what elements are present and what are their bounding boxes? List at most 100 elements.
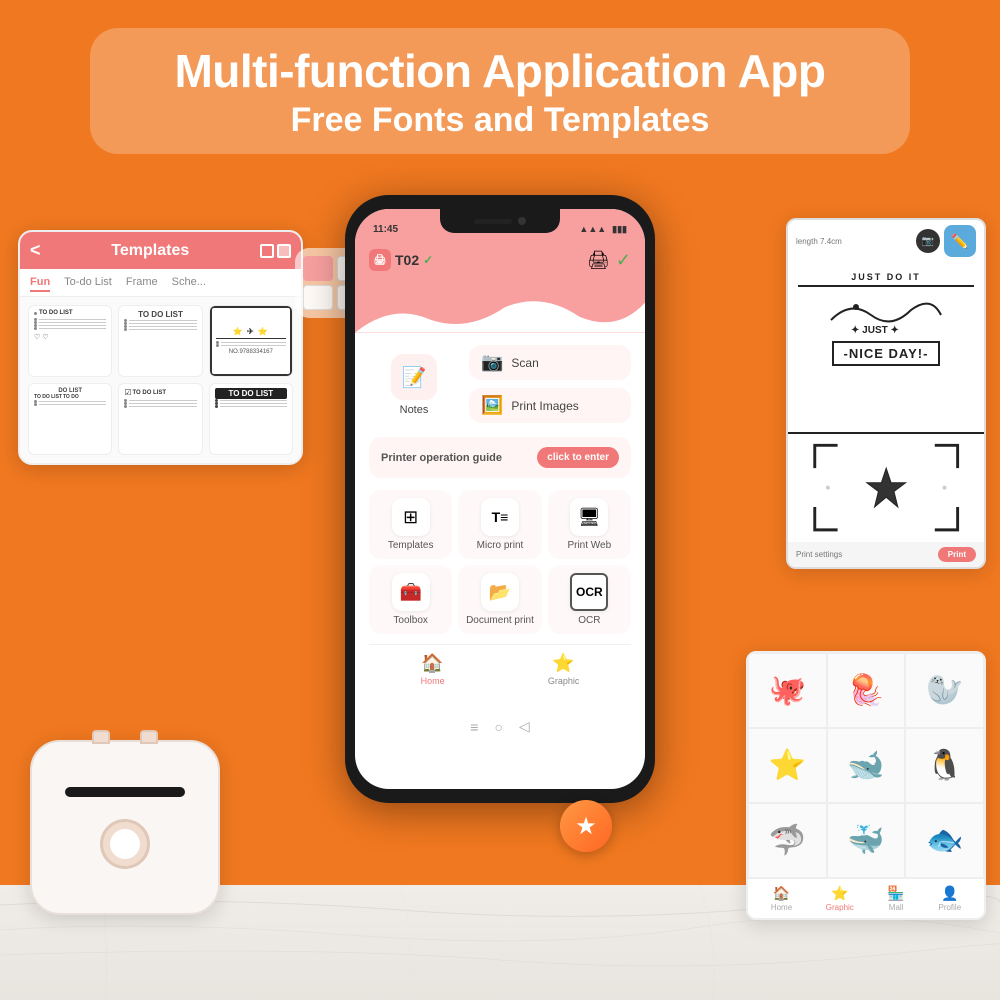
bubble-sq-pink — [303, 256, 333, 281]
notes-action[interactable]: 📝 Notes — [369, 345, 459, 425]
lt-cell-2[interactable]: TO DO LIST — [118, 305, 202, 377]
brt-nav-mall[interactable]: 🏪 Mall — [887, 885, 904, 912]
brt-cell-octopus[interactable]: 🐙 — [748, 653, 827, 728]
lt-cell-1[interactable]: TO DO LIST ♡♡ — [28, 305, 112, 377]
brt-cell-seal1[interactable]: 🦭 — [905, 653, 984, 728]
right-tablet-editor: length 7.4cm 📷 ✏️ JUST DO IT ✦ JUST ✦ -N… — [786, 218, 986, 569]
graphic-label: Graphic — [548, 676, 580, 686]
microprint-label: Micro print — [477, 540, 524, 551]
print-images-action[interactable]: 🖼️ Print Images — [469, 388, 631, 423]
print-images-icon: 🖼️ — [481, 395, 503, 416]
templates-icon: ⊞ — [392, 498, 430, 536]
bubble-sq-2 — [303, 285, 333, 310]
app-templates[interactable]: ⊞ Templates — [369, 490, 452, 559]
brt-profile-label: Profile — [938, 903, 961, 912]
app-toolbox[interactable]: 🧰 Toolbox — [369, 565, 452, 634]
phone-app-header: 🖨 T02 ✓ 🖨 ✓ — [355, 245, 645, 281]
brt-cell-penguin[interactable]: 🐧 — [905, 728, 984, 803]
graphic-icon: ⭐ — [552, 653, 574, 674]
app-docprint[interactable]: 📂 Document print — [458, 565, 541, 634]
notes-icon: 📝 — [402, 365, 427, 390]
app-logo: 🖨 — [369, 249, 391, 271]
lt-cell-6[interactable]: TO DO LIST — [209, 383, 293, 455]
scan-label: Scan — [511, 356, 538, 370]
check-icon[interactable]: ✓ — [616, 250, 631, 271]
nav-graphic[interactable]: ⭐ Graphic — [548, 653, 580, 686]
brt-cell-seal2[interactable]: 🐋 — [827, 728, 906, 803]
printer-guide-banner: Printer operation guide click to enter — [369, 437, 631, 478]
scan-icon: 📷 — [481, 352, 503, 373]
rt-print-button[interactable]: Print — [938, 547, 976, 562]
lt-cell-3[interactable]: ⭐ ✈ ⭐ NO.9788334167 — [209, 305, 293, 377]
status-time: 11:45 — [373, 224, 398, 235]
app-microprint[interactable]: T≡ Micro print — [458, 490, 541, 559]
rt-edit-button[interactable]: ✏️ — [944, 225, 976, 257]
rt-just-do-text: JUST DO IT — [798, 272, 974, 287]
svg-text:✦ JUST ✦: ✦ JUST ✦ — [851, 325, 899, 335]
brt-nav-home[interactable]: 🏠 Home — [771, 885, 792, 912]
printer-body — [30, 740, 220, 915]
lt-tab-frame[interactable]: Frame — [126, 276, 158, 292]
rt-top-bar: length 7.4cm 📷 ✏️ — [788, 220, 984, 262]
brt-cell-jellyfish[interactable]: 🪼 — [827, 653, 906, 728]
brt-cell-seal3[interactable]: 🐟 — [905, 803, 984, 878]
app-header-actions: 🖨 ✓ — [587, 250, 631, 271]
home-label: Home — [421, 676, 445, 686]
printer-tab-right — [140, 730, 158, 744]
lt-tab-todo[interactable]: To-do List — [64, 276, 112, 292]
printer-guide-button[interactable]: click to enter — [537, 447, 619, 468]
brt-mall-label: Mall — [889, 903, 904, 912]
brt-nav-profile[interactable]: 👤 Profile — [938, 885, 961, 912]
battery-icon: ▮▮▮ — [612, 224, 627, 235]
templates-label: Templates — [388, 540, 434, 551]
app-grid: ⊞ Templates T≡ Micro print 🖥 Print Web 🧰… — [369, 490, 631, 634]
print-icon[interactable]: 🖨 — [587, 250, 610, 271]
rt-frame-deco-svg — [798, 439, 974, 536]
brt-graphic-icon: ⭐ — [831, 885, 848, 902]
lt-icon-sq-2 — [277, 244, 291, 258]
brt-profile-icon: 👤 — [941, 885, 958, 902]
rt-print-settings: Print settings — [796, 550, 842, 559]
nav-home[interactable]: 🏠 Home — [421, 653, 445, 686]
app-logo-name: 🖨 T02 ✓ — [369, 249, 433, 271]
toolbox-label: Toolbox — [393, 615, 427, 626]
app-ocr[interactable]: OCR OCR — [548, 565, 631, 634]
lt-tab-schedule[interactable]: Sche... — [172, 276, 206, 292]
header-title: Multi-function Application App — [130, 46, 870, 97]
lt-cell-5[interactable]: ☑ TO DO LIST — [118, 383, 202, 455]
print-images-label: Print Images — [511, 399, 578, 413]
printer-tab-left — [92, 730, 110, 744]
brt-mall-icon: 🏪 — [887, 885, 904, 902]
left-tablet: < Templates Fun To-do List Frame Sche...… — [18, 230, 303, 465]
printweb-label: Print Web — [567, 540, 611, 551]
brt-cell-shark[interactable]: 🦈 — [748, 803, 827, 878]
app-name: T02 — [395, 252, 419, 268]
rt-actions: 📷 ✏️ — [916, 225, 976, 257]
phone-gesture-bar: ≡ ○ ◁ — [355, 710, 645, 743]
lt-icons — [260, 244, 291, 258]
phone-content: 📝 Notes 📷 Scan 🖼️ Print Images — [355, 333, 645, 710]
notch-camera — [518, 217, 526, 225]
lt-back-icon[interactable]: < — [30, 240, 41, 261]
lt-tab-fun[interactable]: Fun — [30, 276, 50, 292]
app-printweb[interactable]: 🖥 Print Web — [548, 490, 631, 559]
app-verified-icon: ✓ — [423, 253, 433, 267]
phone-bottom-nav: 🏠 Home ⭐ Graphic — [369, 644, 631, 698]
notes-icon-box: 📝 — [391, 354, 437, 400]
brt-cell-whale[interactable]: 🐳 — [827, 803, 906, 878]
brt-cell-starfish[interactable]: ⭐ — [748, 728, 827, 803]
gesture-menu-icon: ≡ — [470, 719, 478, 735]
home-icon: 🏠 — [421, 653, 443, 674]
brt-graphic-label: Graphic — [826, 903, 854, 912]
lt-cell-4[interactable]: DO LIST TO DO LIST TO DO — [28, 383, 112, 455]
printer-inner-circle — [110, 829, 140, 859]
phone-wrapper: 11:45 ▲▲▲ ▮▮▮ 🖨 T02 ✓ 🖨 ✓ — [345, 195, 655, 803]
notes-label: Notes — [400, 404, 429, 416]
scan-action[interactable]: 📷 Scan — [469, 345, 631, 380]
star-icon: ★ — [575, 812, 597, 841]
floating-star-badge[interactable]: ★ — [560, 800, 612, 852]
rt-shark-svg: ✦ JUST ✦ — [821, 295, 951, 335]
brt-nav-graphic[interactable]: ⭐ Graphic — [826, 885, 854, 912]
printer-main-button[interactable] — [100, 819, 150, 869]
rt-camera-button[interactable]: 📷 — [916, 229, 940, 253]
